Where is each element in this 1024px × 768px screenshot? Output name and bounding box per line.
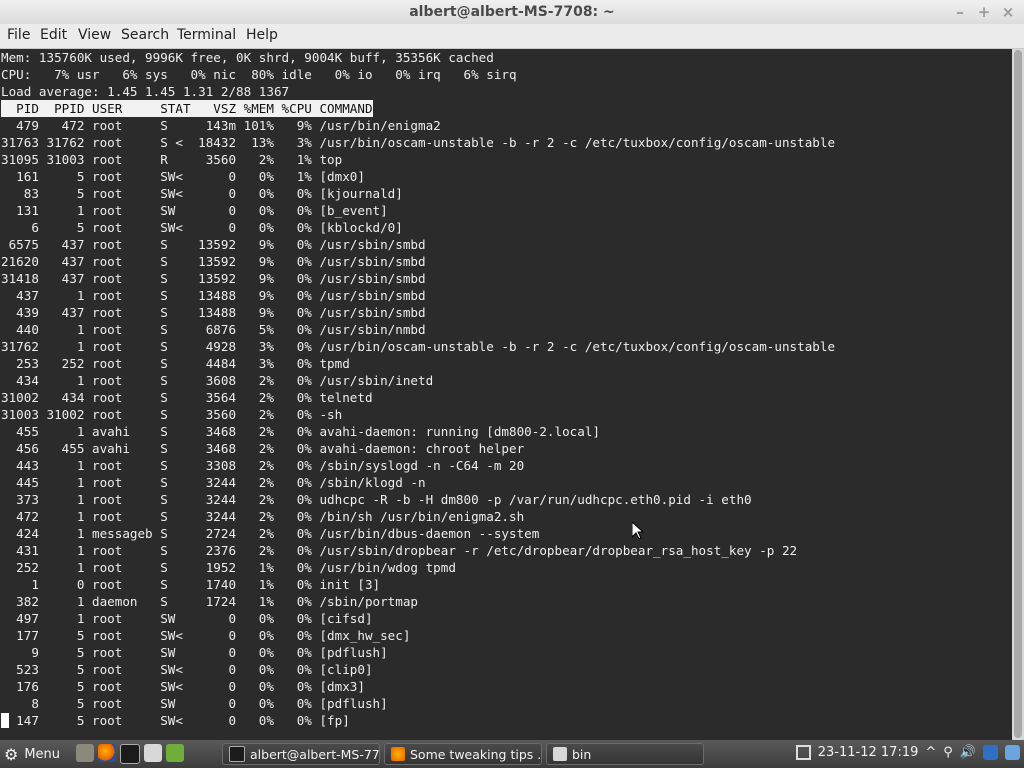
- terminal-line: 31095 31003 root R 3560 2% 1% top: [1, 152, 343, 167]
- terminal-line: 177 5 root SW< 0 0% 0% [dmx_hw_sec]: [1, 628, 411, 643]
- minimize-button[interactable]: –: [950, 3, 970, 21]
- window-title: albert@albert-MS-7708: ~: [409, 4, 615, 20]
- sound-icon[interactable]: 🔊: [960, 745, 976, 760]
- start-menu-button[interactable]: ⚙ Menu: [4, 745, 60, 764]
- terminal-line: 31763 31762 root S < 18432 13% 3% /usr/b…: [1, 135, 836, 150]
- terminal-icon[interactable]: [120, 744, 140, 764]
- menubar: File Edit View Search Terminal Help: [0, 24, 1024, 49]
- task-firefox-label: Some tweaking tips ...: [410, 746, 542, 762]
- terminal-line: 437 1 root S 13488 9% 0% /usr/sbin/smbd: [1, 288, 426, 303]
- task-firefox[interactable]: Some tweaking tips ...: [384, 743, 542, 765]
- terminal-line: 161 5 root SW< 0 0% 1% [dmx0]: [1, 169, 365, 184]
- shield-icon[interactable]: [983, 745, 998, 760]
- terminal-line: Mem: 135760K used, 9996K free, 0K shrd, …: [1, 50, 494, 65]
- maximize-button[interactable]: +: [974, 3, 994, 21]
- menu-terminal[interactable]: Terminal: [177, 27, 236, 43]
- files-icon[interactable]: [76, 744, 94, 762]
- terminal-line: 176 5 root SW< 0 0% 0% [dmx3]: [1, 679, 365, 694]
- terminal-line: 131 1 root SW 0 0% 0% [b_event]: [1, 203, 388, 218]
- terminal-output[interactable]: Mem: 135760K used, 9996K free, 0K shrd, …: [0, 49, 1012, 740]
- terminal-line: 147 5 root SW< 0 0% 0% [fp]: [1, 713, 350, 728]
- terminal-icon: [229, 746, 245, 762]
- settings-icon[interactable]: [166, 744, 184, 762]
- terminal-line: 523 5 root SW< 0 0% 0% [clip0]: [1, 662, 373, 677]
- terminal-line: 443 1 root S 3308 2% 0% /sbin/syslogd -n…: [1, 458, 525, 473]
- menu-edit[interactable]: Edit: [40, 27, 67, 43]
- mouse-pointer-icon: [632, 522, 644, 540]
- terminal-line: 6575 437 root S 13592 9% 0% /usr/sbin/sm…: [1, 237, 426, 252]
- terminal-line: 434 1 root S 3608 2% 0% /usr/sbin/inetd: [1, 373, 434, 388]
- terminal-line: 382 1 daemon S 1724 1% 0% /sbin/portmap: [1, 594, 419, 609]
- task-files-label: bin: [572, 746, 592, 762]
- terminal-line: 456 455 avahi S 3468 2% 0% avahi-daemon:…: [1, 441, 525, 456]
- terminal-line: 373 1 root S 3244 2% 0% udhcpc -R -b -H …: [1, 492, 752, 507]
- terminal-line: 21620 437 root S 13592 9% 0% /usr/sbin/s…: [1, 254, 426, 269]
- menu-gear-icon: ⚙: [4, 745, 19, 764]
- terminal-line: 31418 437 root S 13592 9% 0% /usr/sbin/s…: [1, 271, 426, 286]
- task-terminal-label: albert@albert-MS-77...: [250, 746, 380, 762]
- terminal-line: 6 5 root SW< 0 0% 0% [kblockd/0]: [1, 220, 403, 235]
- firefox-icon: [391, 747, 405, 761]
- terminal-line: 479 472 root S 143m 101% 9% /usr/bin/eni…: [1, 118, 441, 133]
- terminal-line: 9 5 root SW 0 0% 0% [pdflush]: [1, 645, 388, 660]
- clock[interactable]: 23-11-12 17:19: [818, 745, 919, 760]
- terminal-line: 8 5 root SW 0 0% 0% [pdflush]: [1, 696, 388, 711]
- terminal-line: 31002 434 root S 3564 2% 0% telnetd: [1, 390, 373, 405]
- terminal-line: CPU: 7% usr 6% sys 0% nic 80% idle 0% io…: [1, 67, 517, 82]
- menu-search[interactable]: Search: [121, 27, 169, 43]
- taskbar: ⚙ Menu albert@albert-MS-77... Some tweak…: [0, 740, 1024, 768]
- firefox-icon[interactable]: [98, 744, 116, 762]
- terminal-line: 455 1 avahi S 3468 2% 0% avahi-daemon: r…: [1, 424, 600, 439]
- display-icon[interactable]: [795, 745, 811, 760]
- terminal-cursor: [1, 713, 9, 728]
- terminal-line: 253 252 root S 4484 3% 0% tpmd: [1, 356, 350, 371]
- terminal-line: 424 1 messageb S 2724 2% 0% /usr/bin/dbu…: [1, 526, 540, 541]
- text-editor-icon[interactable]: [144, 744, 162, 762]
- terminal-line: 31003 31002 root S 3560 2% 0% -sh: [1, 407, 343, 422]
- terminal-line: 431 1 root S 2376 2% 0% /usr/sbin/dropbe…: [1, 543, 798, 558]
- scrollbar-thumb[interactable]: [1014, 50, 1022, 738]
- close-button[interactable]: ×: [998, 3, 1018, 21]
- terminal-line: 1 0 root S 1740 1% 0% init [3]: [1, 577, 381, 592]
- network-icon[interactable]: ⚲: [943, 745, 953, 760]
- terminal-line: 445 1 root S 3244 2% 0% /sbin/klogd -n: [1, 475, 426, 490]
- terminal-line: 252 1 root S 1952 1% 0% /usr/bin/wdog tp…: [1, 560, 456, 575]
- chevron-up-icon[interactable]: ^: [925, 745, 936, 760]
- task-files[interactable]: bin: [546, 743, 704, 765]
- terminal-line: 440 1 root S 6876 5% 0% /usr/sbin/nmbd: [1, 322, 426, 337]
- task-terminal[interactable]: albert@albert-MS-77...: [222, 743, 380, 765]
- terminal-line: 83 5 root SW< 0 0% 0% [kjournald]: [1, 186, 403, 201]
- terminal-line: 472 1 root S 3244 2% 0% /bin/sh /usr/bin…: [1, 509, 525, 524]
- terminal-line: 497 1 root SW 0 0% 0% [cifsd]: [1, 611, 373, 626]
- terminal-line: 439 437 root S 13488 9% 0% /usr/sbin/smb…: [1, 305, 426, 320]
- terminal-line: 31762 1 root S 4928 3% 0% /usr/bin/oscam…: [1, 339, 836, 354]
- start-menu-label: Menu: [24, 747, 61, 762]
- menu-help[interactable]: Help: [246, 27, 278, 43]
- menu-view[interactable]: View: [78, 27, 111, 43]
- bluetooth-icon[interactable]: [1005, 745, 1020, 760]
- terminal-line: Load average: 1.45 1.45 1.31 2/88 1367: [1, 84, 290, 99]
- window-titlebar[interactable]: albert@albert-MS-7708: ~ – + ×: [0, 0, 1024, 24]
- menu-file[interactable]: File: [7, 27, 30, 43]
- top-column-header: PID PPID USER STAT VSZ %MEM %CPU COMMAND: [1, 100, 373, 117]
- files-icon: [553, 747, 567, 761]
